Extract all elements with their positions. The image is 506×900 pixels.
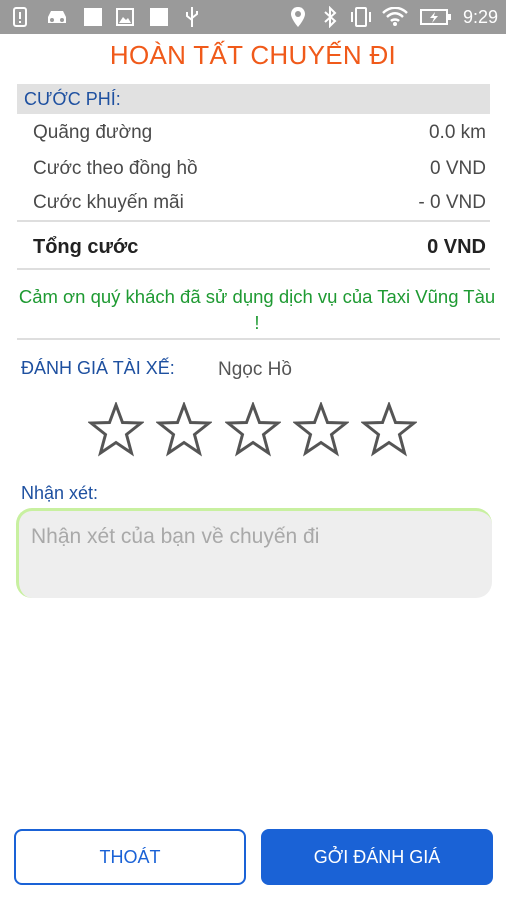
star-icon-1[interactable] [88, 402, 144, 458]
fee-section-header: CƯỚC PHÍ: [17, 84, 490, 114]
submit-rating-button[interactable]: GỞI ĐÁNH GIÁ [261, 829, 493, 885]
divider [17, 268, 490, 270]
fee-row-value: - 0 VND [418, 192, 486, 213]
star-rating [88, 402, 418, 460]
car-icon [44, 0, 70, 34]
fee-row-label: Quãng đường [33, 122, 153, 143]
bluetooth-icon [320, 0, 340, 34]
thanks-message: Cảm ơn quý khách đã sử dụng dịch vụ của … [18, 286, 496, 333]
location-icon [288, 0, 308, 34]
star-icon-5[interactable] [361, 402, 417, 458]
fee-row-promotion: Cước khuyến mãi - 0 VND [33, 190, 486, 220]
fee-row-total: Tổng cước 0 VND [33, 234, 486, 264]
star-icon-3[interactable] [225, 402, 281, 458]
star-icon-4[interactable] [293, 402, 349, 458]
square-icon [148, 0, 170, 34]
exit-button-label: THOÁT [99, 846, 161, 867]
divider [17, 220, 490, 222]
image-icon [114, 0, 136, 34]
fee-row-distance: Quãng đường 0.0 km [33, 120, 486, 150]
comment-input[interactable] [29, 523, 483, 593]
clock: 9:29 [462, 7, 498, 27]
battery-charging-icon [418, 0, 454, 34]
fee-row-meter: Cước theo đồng hồ 0 VND [33, 156, 486, 186]
fee-row-value: 0.0 km [428, 122, 486, 143]
total-label: Tổng cước [33, 236, 139, 258]
usb-icon [182, 0, 202, 34]
submit-button-label: GỞI ĐÁNH GIÁ [313, 846, 441, 867]
fee-row-value: 0 VND [430, 158, 486, 179]
total-value: 0 VND [427, 236, 486, 258]
fee-row-label: Cước khuyến mãi [33, 192, 184, 213]
star-icon-2[interactable] [156, 402, 212, 458]
status-bar: 9:29 [0, 0, 506, 34]
wifi-icon [380, 0, 410, 34]
page-title: HOÀN TẤT CHUYẾN ĐI [109, 40, 397, 70]
fee-header-label: CƯỚC PHÍ: [24, 89, 121, 109]
divider [17, 338, 500, 340]
square-icon [82, 0, 104, 34]
comment-box [16, 508, 492, 598]
alert-icon [10, 0, 30, 34]
vibrate-icon [348, 0, 374, 34]
fee-row-label: Cước theo đồng hồ [33, 158, 198, 179]
driver-name: Ngọc Hồ [218, 359, 292, 380]
comment-label: Nhận xét: [21, 483, 99, 503]
exit-button[interactable]: THOÁT [14, 829, 246, 885]
rate-driver-label: ĐÁNH GIÁ TÀI XẾ: [21, 358, 175, 378]
